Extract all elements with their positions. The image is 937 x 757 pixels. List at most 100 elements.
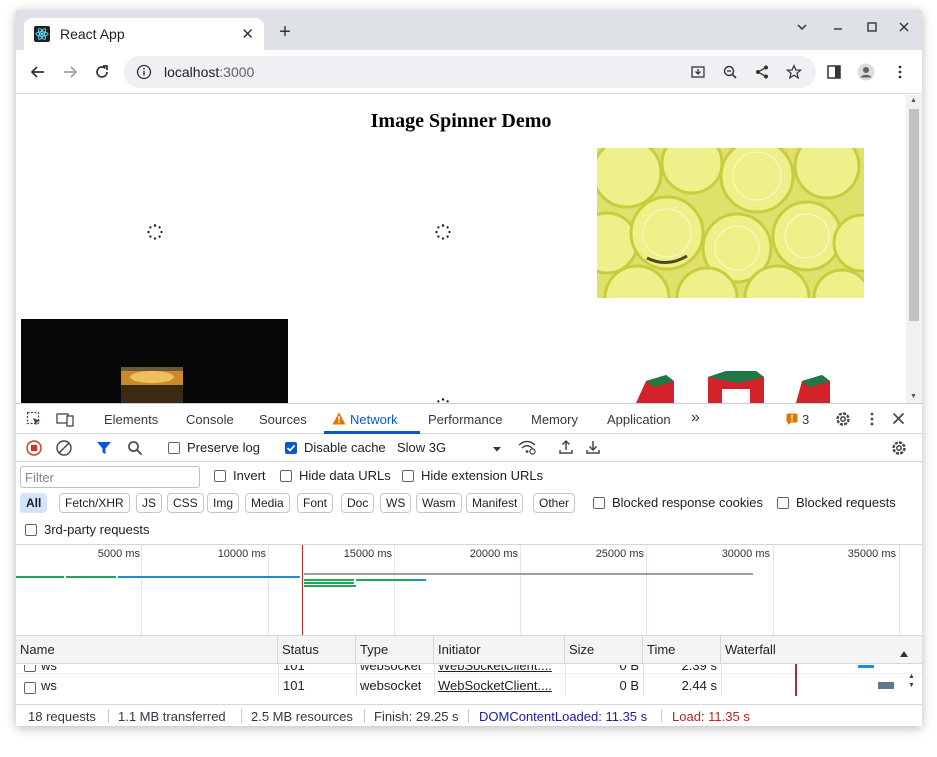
forward-icon[interactable] — [60, 62, 80, 82]
side-panel-icon[interactable] — [824, 62, 844, 82]
page-heading: Image Spinner Demo — [370, 110, 552, 132]
filter-chip-font[interactable]: Font — [297, 493, 334, 513]
device-toolbar-icon[interactable] — [56, 411, 74, 430]
close-devtools-icon[interactable] — [892, 412, 905, 428]
status-resources: 2.5 MB resources — [251, 709, 353, 724]
filter-input[interactable]: Filter — [20, 466, 200, 488]
column-header-time[interactable]: Time — [643, 636, 721, 664]
sort-ascending-icon[interactable] — [899, 646, 909, 661]
tab-network[interactable]: Network — [350, 412, 398, 427]
filter-chip-other[interactable]: Other — [533, 493, 576, 513]
scroll-down-icon[interactable]: ▼ — [910, 393, 917, 400]
row-checkbox[interactable] — [24, 665, 36, 672]
blocked-response-cookies-checkbox[interactable] — [593, 497, 605, 509]
network-conditions-icon[interactable] — [518, 439, 536, 458]
network-overview-timeline[interactable]: 5000 ms 10000 ms 15000 ms 20000 ms 25000… — [16, 544, 922, 636]
page-scrollbar[interactable]: ▲ ▼ — [906, 95, 922, 403]
filter-chip-img[interactable]: Img — [207, 493, 240, 513]
hide-data-urls-checkbox[interactable] — [280, 470, 292, 482]
row-checkbox[interactable] — [24, 679, 36, 694]
invert-checkbox[interactable] — [214, 470, 226, 482]
third-party-checkbox[interactable] — [25, 524, 37, 536]
react-icon — [34, 26, 50, 42]
record-stop-icon[interactable] — [26, 440, 42, 459]
reload-icon[interactable] — [92, 62, 112, 82]
filter-chip-js[interactable]: JS — [136, 493, 163, 513]
disable-cache-label: Disable cache — [304, 440, 386, 455]
devtools-menu-icon[interactable] — [866, 411, 878, 430]
hide-extension-urls-checkbox[interactable] — [402, 470, 414, 482]
search-icon[interactable] — [127, 440, 143, 459]
tab-elements[interactable]: Elements — [104, 412, 158, 427]
column-divider — [434, 664, 435, 696]
blocked-requests-checkbox[interactable] — [777, 497, 789, 509]
tab-search-icon[interactable] — [792, 20, 812, 36]
row-initiator-link[interactable]: WebSocketClient.... — [438, 665, 560, 673]
column-header-initiator[interactable]: Initiator — [434, 636, 565, 664]
maximize-icon[interactable] — [862, 20, 882, 36]
column-header-type[interactable]: Type — [356, 636, 434, 664]
tab-close-icon[interactable]: ✕ — [241, 25, 254, 43]
filter-chip-wasm[interactable]: Wasm — [416, 493, 462, 513]
clear-icon[interactable] — [56, 440, 72, 459]
timeline-tick: 30000 ms — [721, 548, 770, 560]
timeline-gridline — [268, 545, 269, 635]
menu-kebab-icon[interactable] — [890, 62, 910, 82]
network-settings-gear-icon[interactable] — [890, 439, 908, 460]
zoom-icon[interactable] — [722, 64, 738, 80]
hide-data-urls-label: Hide data URLs — [299, 468, 391, 483]
row-initiator-link[interactable]: WebSocketClient.... — [438, 678, 560, 693]
more-tabs-icon[interactable]: » — [691, 409, 700, 427]
column-header-name[interactable]: Name — [16, 636, 278, 664]
filter-chip-media[interactable]: Media — [245, 493, 290, 513]
preserve-log-checkbox[interactable] — [168, 442, 180, 454]
column-divider — [643, 664, 644, 696]
column-header-size[interactable]: Size — [565, 636, 643, 664]
timeline-tick: 20000 ms — [469, 548, 518, 560]
column-header-status[interactable]: Status — [278, 636, 356, 664]
throttle-select[interactable]: Slow 3G — [397, 440, 446, 455]
table-scroll-up-icon[interactable]: ▲ — [908, 673, 915, 680]
scroll-up-icon[interactable]: ▲ — [910, 97, 917, 104]
export-har-icon[interactable] — [585, 439, 601, 458]
filter-chip-all[interactable]: All — [20, 493, 48, 513]
install-app-icon[interactable] — [690, 64, 706, 80]
minimize-icon[interactable] — [828, 20, 848, 36]
tab-application[interactable]: Application — [607, 412, 671, 427]
filter-chip-fetch-xhr[interactable]: Fetch/XHR — [59, 493, 130, 513]
browser-tab[interactable]: React App ✕ — [24, 18, 264, 50]
filter-chip-ws[interactable]: WS — [380, 493, 412, 513]
tab-performance[interactable]: Performance — [428, 412, 502, 427]
issues-count[interactable]: 3 — [802, 412, 809, 427]
import-har-icon[interactable] — [558, 439, 574, 458]
scrollbar-thumb[interactable] — [909, 109, 919, 321]
table-row[interactable]: ws 101 websocket WebSocketClient.... 0 B… — [16, 665, 922, 673]
inspect-element-icon[interactable] — [26, 411, 42, 430]
disable-cache-checkbox[interactable] — [285, 442, 297, 454]
table-scroll-down-icon[interactable]: ▼ — [908, 682, 915, 689]
back-icon[interactable] — [28, 62, 48, 82]
tab-memory[interactable]: Memory — [531, 412, 578, 427]
filter-chip-css[interactable]: CSS — [167, 493, 204, 513]
address-bar[interactable]: localhost:3000 — [124, 56, 816, 88]
timeline-tick: 25000 ms — [595, 548, 644, 560]
tab-console[interactable]: Console — [186, 412, 234, 427]
share-icon[interactable] — [754, 64, 770, 80]
table-row[interactable]: ws 101 websocket WebSocketClient.... 0 B… — [16, 673, 922, 696]
column-header-waterfall[interactable]: Waterfall — [721, 636, 922, 664]
tab-sources[interactable]: Sources — [259, 412, 307, 427]
timeline-request-bar — [304, 573, 753, 575]
devtools-tab-bar: Elements Console Sources Network Perform… — [16, 404, 922, 434]
site-info-icon[interactable] — [136, 64, 152, 80]
dropdown-arrow-icon[interactable] — [492, 442, 502, 457]
close-window-icon[interactable] — [894, 20, 914, 36]
settings-gear-icon[interactable] — [834, 410, 852, 431]
bookmark-star-icon[interactable] — [786, 64, 802, 80]
filter-funnel-icon[interactable] — [96, 440, 112, 459]
column-divider — [356, 664, 357, 696]
filter-chip-manifest[interactable]: Manifest — [466, 493, 524, 513]
profile-avatar-icon[interactable] — [856, 62, 876, 82]
filter-chip-doc[interactable]: Doc — [341, 493, 375, 513]
issues-icon[interactable] — [786, 413, 798, 428]
new-tab-button[interactable]: + — [274, 21, 296, 43]
